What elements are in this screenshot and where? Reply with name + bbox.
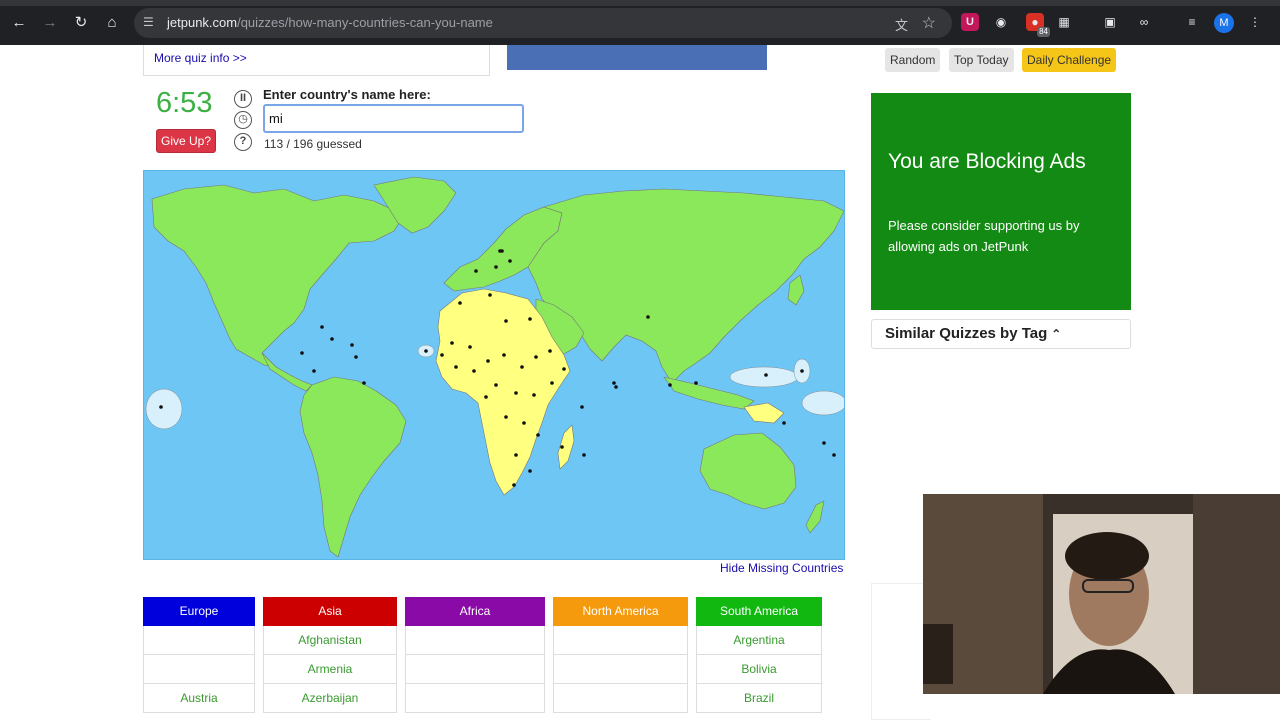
sidebar-panel [871, 583, 931, 720]
answer-cell: Afghanistan [263, 626, 397, 655]
ublock-extension-icon[interactable]: U [961, 13, 979, 31]
continent-header: Asia [263, 597, 397, 626]
continent-column-north-america: North America [553, 597, 688, 713]
browser-toolbar: ← → ↻ ⌂ ☰ jetpunk.com/quizzes/how-many-c… [0, 0, 1280, 45]
continent-header: Europe [143, 597, 255, 626]
continent-header: South America [696, 597, 822, 626]
answer-cell: Argentina [696, 626, 822, 655]
japan [787, 274, 805, 306]
pause-icon[interactable]: II [234, 90, 252, 108]
home-icon[interactable]: ⌂ [103, 14, 121, 32]
top-today-button[interactable]: Top Today [949, 48, 1014, 72]
media-queue-icon[interactable]: ≡ [1183, 13, 1201, 31]
answer-cell: Austria [143, 684, 255, 713]
url-domain: jetpunk.com [167, 15, 238, 30]
answer-cell [553, 655, 688, 684]
webcam-image [923, 494, 1280, 694]
extensions-puzzle-icon[interactable]: ▦ [1055, 13, 1073, 31]
more-quiz-info-link[interactable]: More quiz info >> [154, 51, 247, 65]
continent-column-south-america: South America Argentina Bolivia Brazil [696, 597, 822, 713]
help-icon[interactable]: ? [234, 133, 252, 151]
answer-input[interactable] [263, 104, 524, 133]
similar-quizzes-toggle[interactable]: Similar Quizzes by Tag ⌃ [871, 319, 1131, 349]
back-icon[interactable]: ← [10, 14, 28, 32]
adblock-title: You are Blocking Ads [888, 150, 1086, 173]
link-icon[interactable]: ∞ [1135, 13, 1153, 31]
answer-label: Enter country's name here: [263, 87, 431, 102]
world-map-svg [145, 176, 844, 558]
answer-cell [405, 655, 545, 684]
continent-column-africa: Africa [405, 597, 545, 713]
address-bar[interactable]: ☰ jetpunk.com/quizzes/how-many-countries… [134, 8, 952, 38]
similar-quizzes-label: Similar Quizzes by Tag [885, 325, 1048, 342]
site-info-icon[interactable]: ☰ [143, 15, 157, 29]
give-up-button[interactable]: Give Up? [156, 129, 216, 153]
answer-cell [405, 626, 545, 655]
pacific-highlight-4 [145, 388, 183, 430]
guessed-count: 113 / 196 guessed [264, 137, 362, 151]
continent-header: Africa [405, 597, 545, 626]
answer-cell: Armenia [263, 655, 397, 684]
clock-icon[interactable]: ◷ [234, 111, 252, 129]
south-america [299, 376, 407, 558]
adblock-notice: You are Blocking Ads Please consider sup… [871, 93, 1131, 310]
quiz-timer: 6:53 [156, 87, 213, 119]
ad-banner [507, 45, 767, 70]
continent-column-asia: Asia Afghanistan Armenia Azerbaijan [263, 597, 397, 713]
new-zealand [805, 500, 825, 534]
answer-cell [553, 626, 688, 655]
translate-icon[interactable]: 文 [895, 15, 908, 34]
answer-cell [405, 684, 545, 713]
australia [699, 432, 797, 510]
url-text: jetpunk.com/quizzes/how-many-countries-c… [167, 15, 493, 30]
new-guinea [743, 402, 785, 424]
answer-cell: Azerbaijan [263, 684, 397, 713]
forward-icon[interactable]: → [41, 14, 59, 32]
adblock-message: Please consider supporting us by allowin… [888, 218, 1080, 254]
url-path: /quizzes/how-many-countries-can-you-name [237, 15, 493, 30]
profile-avatar[interactable]: M [1214, 13, 1234, 33]
extension-badge: 84 [1037, 27, 1050, 37]
bookmark-star-icon[interactable]: ☆ [922, 13, 936, 33]
webcam-overlay [923, 494, 1280, 694]
continent-header: North America [553, 597, 688, 626]
hide-missing-countries-link[interactable]: Hide Missing Countries [720, 561, 843, 575]
answer-cell: Bolivia [696, 655, 822, 684]
continent-column-europe: Europe Austria [143, 597, 255, 713]
chevron-up-icon: ⌃ [1051, 327, 1062, 341]
reload-icon[interactable]: ↻ [72, 14, 90, 32]
more-menu-icon[interactable]: ⋮ [1246, 13, 1264, 31]
central-america [261, 352, 313, 392]
world-map [143, 170, 845, 560]
screenshot-icon[interactable]: ▣ [1101, 13, 1119, 31]
answer-cell [143, 626, 255, 655]
quiz-info-box: More quiz info >> [143, 45, 490, 76]
north-america-landmass [151, 184, 405, 368]
red-extension-icon[interactable]: ● 84 [1026, 13, 1050, 37]
daily-challenge-button[interactable]: Daily Challenge [1022, 48, 1117, 72]
answer-cell: Brazil [696, 684, 822, 713]
random-quiz-button[interactable]: Random [885, 48, 941, 72]
tab-strip [0, 0, 1280, 6]
answer-cell [143, 655, 255, 684]
camera-extension-icon[interactable]: ◉ [992, 13, 1010, 31]
pacific-highlight-1 [729, 366, 799, 388]
answer-cell [553, 684, 688, 713]
pacific-highlight-2 [801, 390, 844, 416]
